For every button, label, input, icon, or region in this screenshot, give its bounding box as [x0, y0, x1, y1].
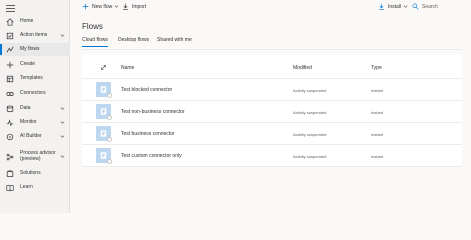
checklist-icon	[5, 31, 14, 40]
solutions-icon	[5, 169, 14, 178]
nav-item-label: Solutions	[20, 169, 41, 176]
nav-item-label: My flows	[20, 45, 40, 52]
status-badge	[107, 115, 112, 120]
database-icon	[5, 104, 14, 113]
nav-item-connectors[interactable]: Connectors	[0, 87, 70, 100]
flow-type: Instant	[371, 88, 384, 93]
flow-icon	[5, 45, 14, 54]
nav-item-label: AI Builder	[20, 132, 42, 139]
search-icon	[412, 3, 419, 10]
tab-cloud-flows[interactable]: Cloud flows	[82, 37, 108, 47]
download-icon	[379, 3, 384, 10]
import-icon	[123, 3, 128, 10]
nav-item-action-items[interactable]: Action items	[0, 29, 70, 42]
new-flow-label: New flow	[92, 3, 113, 10]
command-bar: New flow Import Install Search	[70, 0, 471, 14]
new-flow-button[interactable]: New flow	[82, 3, 119, 10]
flow-modified: Activity suspended	[293, 88, 327, 93]
search-placeholder: Search	[422, 3, 438, 10]
monitor-icon	[5, 118, 14, 127]
book-icon	[5, 183, 14, 192]
chevron-down-icon[interactable]	[60, 120, 65, 125]
flow-type: Instant	[371, 154, 384, 159]
nav-item-label: Process advisor (preview)	[20, 150, 56, 162]
status-badge	[107, 137, 112, 142]
column-header-type[interactable]: Type	[371, 65, 382, 71]
flow-name[interactable]: Test business connector	[121, 131, 175, 137]
import-label: Import	[132, 3, 147, 10]
status-badge	[107, 93, 112, 98]
nav-item-learn[interactable]: Learn	[0, 181, 70, 194]
table-row[interactable]: Test non-business connector Activity sus…	[82, 101, 462, 123]
table-row[interactable]: Test business connector Activity suspend…	[82, 123, 462, 145]
tab-shared-with-me[interactable]: Shared with me	[157, 37, 192, 43]
flow-icon	[96, 104, 112, 120]
nav-item-monitor[interactable]: Monitor	[0, 116, 70, 129]
flow-modified: Activity suspended	[293, 154, 327, 159]
nav-item-data[interactable]: Data	[0, 102, 70, 115]
nav-item-templates[interactable]: Templates	[0, 72, 70, 85]
status-badge	[107, 159, 112, 164]
flow-name[interactable]: Test non-business connector	[121, 109, 185, 115]
nav-item-process-advisor[interactable]: Process advisor (preview)	[0, 148, 70, 166]
flow-name[interactable]: Test custom connector only	[121, 153, 182, 159]
table-header-row: Name Modified Type	[82, 55, 462, 79]
table-row[interactable]: Test blocked connector Activity suspende…	[82, 79, 462, 101]
nav-item-label: Action items	[20, 31, 48, 38]
hamburger-menu-icon[interactable]	[6, 5, 15, 12]
flow-modified: Activity suspended	[293, 110, 327, 115]
table-row[interactable]: Test custom connector only Activity susp…	[82, 145, 462, 167]
nav-item-my-flows[interactable]: My flows	[0, 43, 70, 56]
nav-item-label: Create	[20, 60, 36, 67]
flow-name[interactable]: Test blocked connector	[121, 87, 172, 93]
page-title: Flows	[82, 22, 103, 31]
nav-item-label: Home	[20, 17, 34, 24]
nav-item-create[interactable]: Create	[0, 58, 70, 71]
template-icon	[5, 74, 14, 83]
plus-icon	[5, 60, 14, 69]
nav-item-label: Monitor	[20, 118, 37, 125]
flow-icon	[96, 126, 112, 142]
flow-icon	[96, 82, 112, 98]
chevron-down-icon[interactable]	[60, 154, 65, 159]
flow-type: Instant	[371, 110, 384, 115]
nav-item-label: Connectors	[20, 89, 46, 96]
left-navigation: Home Action items My flows Create Templa…	[0, 0, 70, 213]
nav-item-label: Templates	[20, 74, 43, 81]
chevron-down-icon	[114, 5, 119, 8]
ai-builder-icon	[5, 132, 14, 141]
flow-type: Instant	[371, 132, 384, 137]
process-advisor-icon	[5, 153, 14, 162]
nav-item-label: Learn	[20, 183, 33, 190]
connector-icon	[5, 89, 14, 98]
install-label: Install	[388, 3, 402, 10]
install-button[interactable]: Install	[378, 3, 408, 10]
tab-desktop-flows[interactable]: Desktop flows	[118, 37, 149, 43]
tabs-divider	[82, 49, 463, 50]
flow-icon	[96, 148, 112, 164]
plus-icon	[82, 3, 89, 10]
chevron-down-icon[interactable]	[60, 106, 65, 111]
chevron-down-icon	[403, 5, 408, 8]
column-header-modified[interactable]: Modified	[293, 65, 312, 71]
column-header-name[interactable]: Name	[121, 65, 134, 71]
nav-item-ai-builder[interactable]: AI Builder	[0, 130, 70, 143]
nav-item-label: Data	[20, 104, 31, 111]
nav-item-home[interactable]: Home	[0, 15, 70, 28]
import-button[interactable]: Import	[122, 3, 146, 10]
home-icon	[5, 17, 14, 26]
search-box[interactable]: Search	[412, 3, 438, 10]
expand-icon[interactable]	[100, 64, 107, 71]
chevron-down-icon[interactable]	[60, 33, 65, 38]
chevron-down-icon[interactable]	[60, 134, 65, 139]
nav-item-solutions[interactable]: Solutions	[0, 167, 70, 180]
flow-modified: Activity suspended	[293, 132, 327, 137]
